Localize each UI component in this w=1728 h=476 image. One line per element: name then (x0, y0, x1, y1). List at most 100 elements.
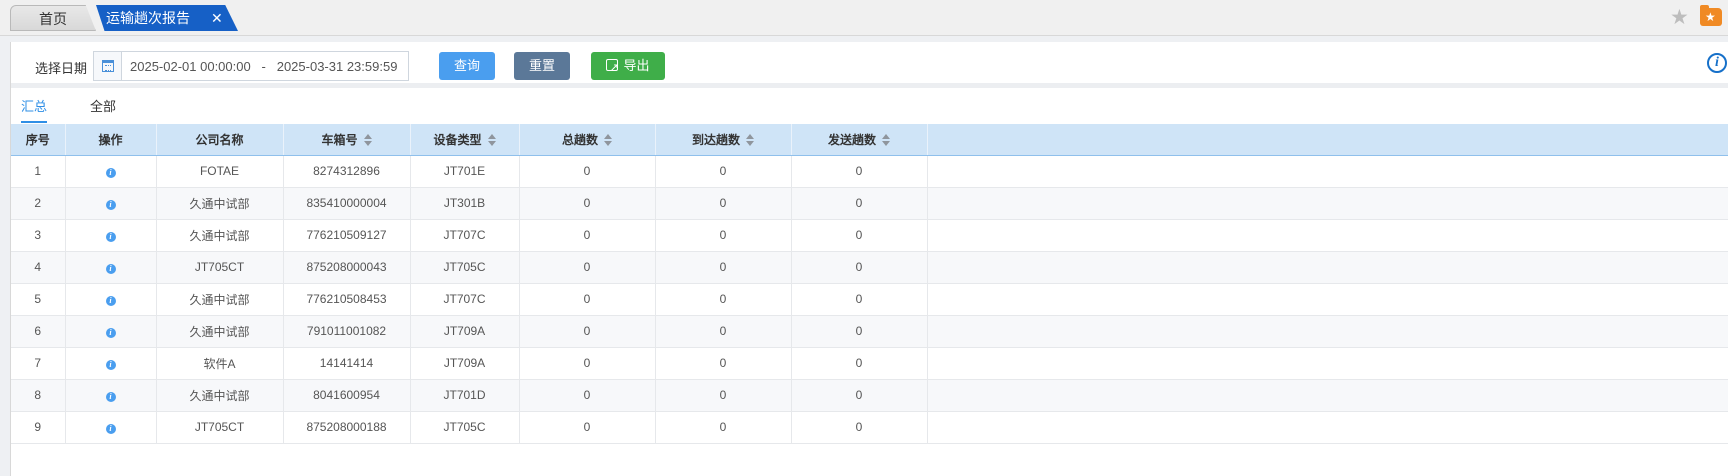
cell-filler (927, 411, 1728, 444)
cell-send-trips: 0 (791, 315, 928, 348)
cell-index: 7 (11, 347, 66, 380)
col-header-car-number[interactable]: 车箱号 (283, 124, 411, 156)
cell-company: 久通中试部 (156, 315, 284, 348)
cell-company: 久通中试部 (156, 283, 284, 316)
cell-car-number: 776210508453 (283, 283, 411, 316)
cell-total-trips: 0 (519, 251, 656, 284)
cell-total-trips: 0 (519, 283, 656, 316)
tab-label: 运输趟次报告 (106, 10, 190, 26)
table-body: 1 i FOTAE 8274312896 JT701E 0 0 0 2 i 久通中试部 8354100… (11, 155, 1728, 444)
export-button[interactable]: 导出 (591, 52, 665, 82)
tab-transport-trip-report[interactable]: 运输趟次报告 ✕ (96, 5, 238, 31)
cell-send-trips: 0 (791, 155, 928, 188)
row-info-icon[interactable]: i (105, 168, 116, 178)
col-header-send-trips[interactable]: 发送趟数 (791, 124, 928, 156)
cell-action: i (65, 411, 157, 444)
reset-button[interactable]: 重置 (514, 52, 570, 80)
row-info-icon[interactable]: i (105, 296, 116, 306)
cell-company: 久通中试部 (156, 187, 284, 220)
table-row[interactable]: 3 i 久通中试部 776210509127 JT707C 0 0 0 (11, 219, 1728, 252)
cell-index: 5 (11, 283, 66, 316)
cell-action: i (65, 219, 157, 252)
cell-total-trips: 0 (519, 219, 656, 252)
cell-filler (927, 347, 1728, 380)
table-row[interactable]: 8 i 久通中试部 8041600954 JT701D 0 0 0 (11, 379, 1728, 412)
calendar-icon[interactable] (94, 52, 122, 80)
cell-action: i (65, 283, 157, 316)
table-header-row: 序号 操作 公司名称 车箱号 设备类型 总趟数 到达趟数 发送趟数 (11, 124, 1728, 156)
tab-home[interactable]: 首页 (10, 5, 96, 31)
table-row[interactable]: 2 i 久通中试部 835410000004 JT301B 0 0 0 (11, 187, 1728, 220)
cell-filler (927, 315, 1728, 348)
cell-total-trips: 0 (519, 411, 656, 444)
query-button[interactable]: 查询 (439, 52, 495, 80)
cell-send-trips: 0 (791, 411, 928, 444)
cell-arrival-trips: 0 (655, 155, 792, 188)
cell-index: 4 (11, 251, 66, 284)
star-icon[interactable]: ★ (1670, 7, 1689, 29)
table-row[interactable]: 1 i FOTAE 8274312896 JT701E 0 0 0 (11, 155, 1728, 188)
col-header-filler (927, 124, 1728, 156)
cell-arrival-trips: 0 (655, 219, 792, 252)
sort-icon[interactable] (363, 133, 372, 146)
close-icon[interactable]: ✕ (211, 5, 223, 31)
cell-car-number: 8041600954 (283, 379, 411, 412)
cell-arrival-trips: 0 (655, 411, 792, 444)
sort-icon[interactable] (882, 133, 890, 146)
table-row[interactable]: 4 i JT705CT 875208000043 JT705C 0 0 0 (11, 251, 1728, 284)
date-range-input[interactable]: 2025-02-01 00:00:00 - 2025-03-31 23:59:5… (93, 51, 409, 81)
cell-company: JT705CT (156, 411, 284, 444)
row-info-icon[interactable]: i (105, 200, 116, 210)
cell-filler (927, 251, 1728, 284)
cell-arrival-trips: 0 (655, 187, 792, 220)
row-info-icon[interactable]: i (105, 328, 116, 338)
cell-device-type: JT705C (410, 411, 520, 444)
col-header-company: 公司名称 (156, 124, 284, 156)
cell-action: i (65, 251, 157, 284)
cell-car-number: 835410000004 (283, 187, 411, 220)
cell-total-trips: 0 (519, 347, 656, 380)
row-info-icon[interactable]: i (105, 392, 116, 402)
cell-action: i (65, 187, 157, 220)
table-row[interactable]: 9 i JT705CT 875208000188 JT705C 0 0 0 (11, 411, 1728, 444)
tab-summary[interactable]: 汇总 (21, 96, 48, 123)
cell-arrival-trips: 0 (655, 283, 792, 316)
info-icon[interactable]: i (1707, 53, 1727, 73)
row-info-icon[interactable]: i (105, 232, 116, 242)
cell-total-trips: 0 (519, 155, 656, 188)
table-row[interactable]: 7 i 软件A 14141414 JT709A 0 0 0 (11, 347, 1728, 380)
sort-icon[interactable] (487, 133, 496, 146)
cell-company: 久通中试部 (156, 379, 284, 412)
cell-action: i (65, 347, 157, 380)
table-row[interactable]: 6 i 久通中试部 791011001082 JT709A 0 0 0 (11, 315, 1728, 348)
col-header-device-type[interactable]: 设备类型 (410, 124, 520, 156)
sort-icon[interactable] (746, 133, 754, 146)
col-header-total-trips[interactable]: 总趟数 (519, 124, 656, 156)
cell-device-type: JT709A (410, 315, 520, 348)
cell-action: i (65, 155, 157, 188)
tab-all[interactable]: 全部 (90, 96, 116, 115)
cell-action: i (65, 315, 157, 348)
date-label: 选择日期 (35, 61, 88, 76)
col-header-arrival-trips[interactable]: 到达趟数 (655, 124, 792, 156)
export-label: 导出 (623, 58, 650, 73)
export-icon (606, 54, 619, 82)
favorites-folder-icon[interactable]: ★ (1700, 5, 1722, 26)
row-info-icon[interactable]: i (105, 424, 116, 434)
row-info-icon[interactable]: i (105, 360, 116, 370)
cell-total-trips: 0 (519, 187, 656, 220)
cell-device-type: JT701D (410, 379, 520, 412)
cell-car-number: 791011001082 (283, 315, 411, 348)
cell-arrival-trips: 0 (655, 347, 792, 380)
row-info-icon[interactable]: i (105, 264, 116, 274)
cell-send-trips: 0 (791, 379, 928, 412)
cell-car-number: 875208000188 (283, 411, 411, 444)
cell-index: 6 (11, 315, 66, 348)
sort-icon[interactable] (604, 133, 612, 146)
cell-total-trips: 0 (519, 379, 656, 412)
cell-index: 1 (11, 155, 66, 188)
table-row[interactable]: 5 i 久通中试部 776210508453 JT707C 0 0 0 (11, 283, 1728, 316)
cell-filler (927, 379, 1728, 412)
cell-device-type: JT705C (410, 251, 520, 284)
date-range-value: 2025-02-01 00:00:00 - 2025-03-31 23:59:5… (130, 59, 398, 74)
